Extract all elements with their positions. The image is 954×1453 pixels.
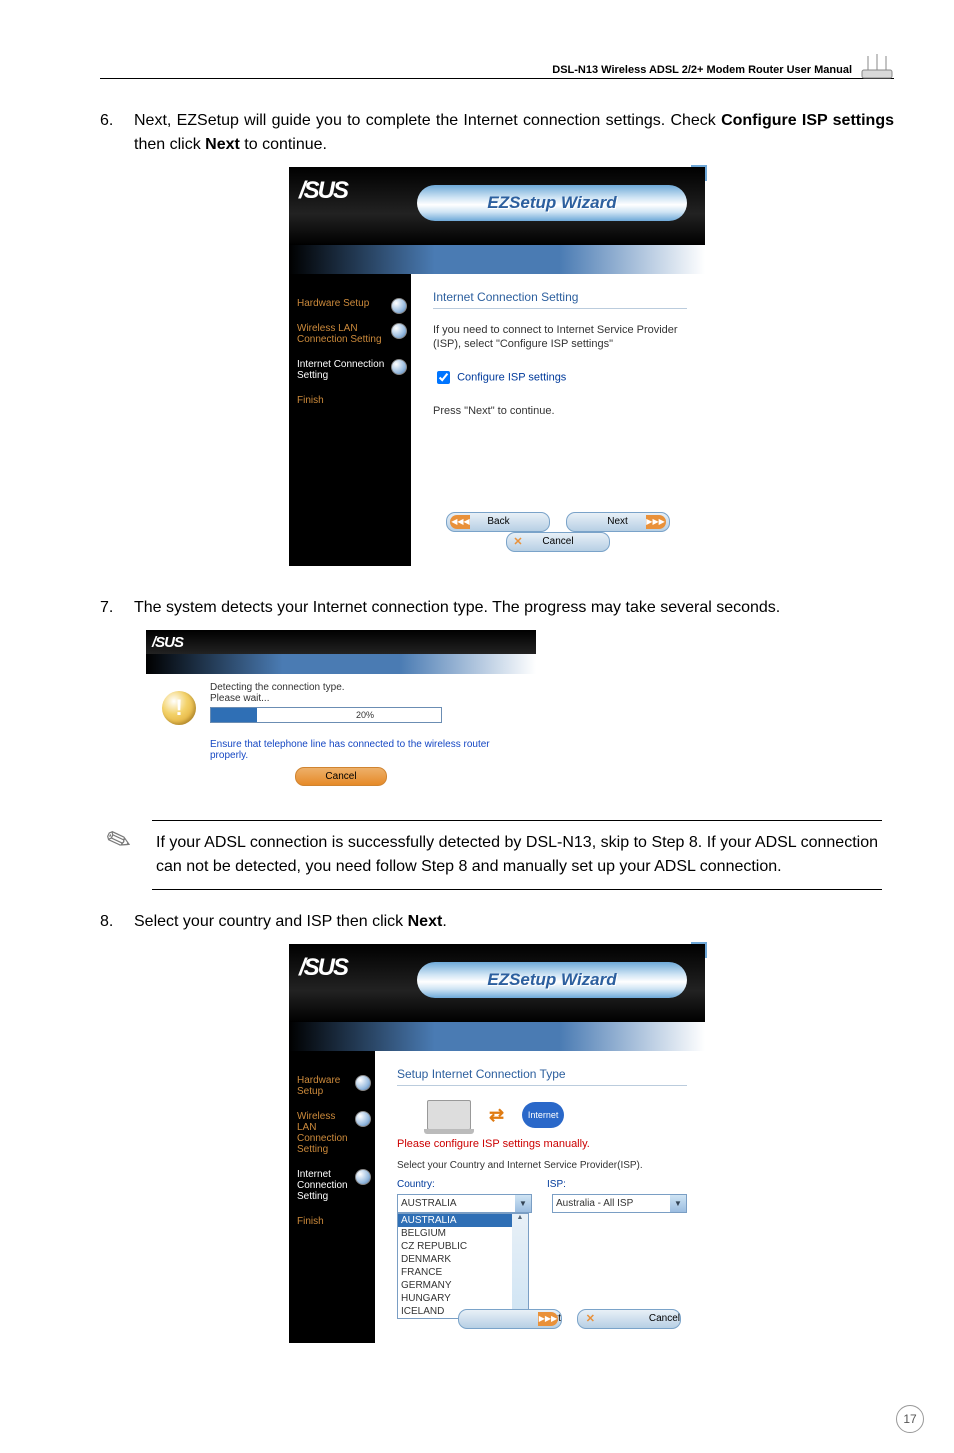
detect-advice: Ensure that telephone line has connected… bbox=[210, 739, 520, 761]
nav-wireless-lan: Wireless LAN Connection Setting bbox=[297, 1111, 375, 1155]
section-title: Internet Connection Setting bbox=[433, 290, 687, 309]
step6-bold-a: Configure ISP settings bbox=[721, 112, 894, 129]
step8-text-b: . bbox=[442, 913, 446, 930]
country-label: Country: bbox=[397, 1179, 547, 1190]
step6-text: Next, EZSetup will guide you to complete… bbox=[134, 109, 894, 157]
chevron-down-icon: ▼ bbox=[515, 1195, 531, 1212]
country-option[interactable]: DENMARK bbox=[398, 1253, 528, 1266]
step8-text: Select your country and ISP then click N… bbox=[134, 910, 894, 934]
press-next-text: Press "Next" to continue. bbox=[433, 405, 687, 417]
detecting-msg1: Detecting the connection type. bbox=[210, 682, 520, 693]
progress-percent: 20% bbox=[210, 710, 520, 720]
nav-hardware-setup: Hardware Setup bbox=[297, 298, 411, 309]
configure-isp-label: Configure ISP settings bbox=[457, 371, 566, 383]
isp-selected-value: Australia - All ISP bbox=[556, 1198, 633, 1209]
step8-text-a: Select your country and ISP then click bbox=[134, 913, 408, 930]
isp-select[interactable]: Australia - All ISP ▼ bbox=[552, 1194, 687, 1213]
isp-label: ISP: bbox=[547, 1179, 566, 1190]
country-select[interactable]: AUSTRALIA ▼ bbox=[397, 1194, 532, 1213]
detecting-dialog-screenshot: /SUS ! Detecting the connection type. Pl… bbox=[146, 630, 536, 796]
router-icon bbox=[860, 54, 894, 80]
section-title: Setup Internet Connection Type bbox=[397, 1067, 687, 1086]
country-option[interactable]: BELGIUM bbox=[398, 1227, 528, 1240]
configure-isp-checkbox-input[interactable] bbox=[437, 371, 450, 384]
nav-internet-connection: Internet Connection Setting bbox=[297, 359, 411, 381]
info-icon: ! bbox=[162, 691, 196, 725]
double-arrow-icon: ⇄ bbox=[489, 1105, 504, 1126]
scrollbar[interactable] bbox=[512, 1214, 528, 1318]
nav-wireless-lan: Wireless LAN Connection Setting bbox=[297, 323, 411, 345]
step6-bold-b: Next bbox=[205, 136, 240, 153]
country-selected-value: AUSTRALIA bbox=[401, 1198, 457, 1209]
nav-finish: Finish bbox=[297, 1216, 375, 1227]
ezsetup-wizard-step3-screenshot: ✕ /SUS EZSetup Wizard Hardware Setup Wir… bbox=[289, 167, 705, 566]
back-button[interactable]: ◀◀◀Back bbox=[446, 512, 550, 532]
country-dropdown-list[interactable]: AUSTRALIA BELGIUM CZ REPUBLIC DENMARK FR… bbox=[397, 1213, 529, 1319]
note-text: If your ADSL connection is successfully … bbox=[152, 820, 882, 890]
step6-number: 6. bbox=[100, 109, 134, 157]
laptop-icon bbox=[427, 1100, 471, 1130]
country-option[interactable]: HUNGARY bbox=[398, 1292, 528, 1305]
wizard-instruction: If you need to connect to Internet Servi… bbox=[433, 323, 687, 352]
select-country-instruction: Select your Country and Internet Service… bbox=[397, 1160, 687, 1171]
page-number: 17 bbox=[896, 1405, 924, 1433]
step7-number: 7. bbox=[100, 596, 134, 620]
step6-text-a: Next, EZSetup will guide you to complete… bbox=[134, 112, 721, 129]
nav-hardware-setup: Hardware Setup bbox=[297, 1075, 375, 1097]
ezsetup-wizard-country-screenshot: ✕ /SUS EZSetup Wizard Hardware Setup Wir… bbox=[289, 944, 705, 1343]
wizard-title: EZSetup Wizard bbox=[417, 962, 687, 998]
step6-text-c: to continue. bbox=[240, 136, 327, 153]
wizard-nav: Hardware Setup Wireless LAN Connection S… bbox=[289, 1051, 375, 1343]
step8-number: 8. bbox=[100, 910, 134, 934]
wizard-nav: Hardware Setup Wireless LAN Connection S… bbox=[289, 274, 411, 566]
country-option[interactable]: AUSTRALIA bbox=[398, 1214, 528, 1227]
cancel-button[interactable]: Cancel bbox=[295, 767, 387, 786]
manual-config-warning: Please configure ISP settings manually. bbox=[397, 1138, 687, 1150]
step7-text: The system detects your Internet connect… bbox=[134, 596, 894, 620]
country-option[interactable]: CZ REPUBLIC bbox=[398, 1240, 528, 1253]
configure-isp-checkbox[interactable]: Configure ISP settings bbox=[433, 368, 687, 387]
connection-graphic: ⇄ Internet bbox=[427, 1100, 687, 1130]
cancel-button[interactable]: ✕Cancel bbox=[577, 1309, 681, 1329]
asus-logo: /SUS bbox=[152, 634, 183, 651]
nav-internet-connection: Internet Connection Setting bbox=[297, 1169, 375, 1202]
chevron-down-icon: ▼ bbox=[670, 1195, 686, 1212]
nav-finish: Finish bbox=[297, 395, 411, 406]
detecting-msg2: Please wait... bbox=[210, 693, 520, 704]
manual-title: DSL-N13 Wireless ADSL 2/2+ Modem Router … bbox=[552, 64, 852, 76]
step6-text-b: then click bbox=[134, 136, 205, 153]
wizard-title: EZSetup Wizard bbox=[417, 185, 687, 221]
next-button[interactable]: Next▶▶▶ bbox=[458, 1309, 562, 1329]
cancel-button[interactable]: ✕Cancel bbox=[506, 532, 610, 552]
country-option[interactable]: GERMANY bbox=[398, 1279, 528, 1292]
asus-logo: /SUS bbox=[299, 173, 347, 205]
country-option[interactable]: FRANCE bbox=[398, 1266, 528, 1279]
next-button[interactable]: Next▶▶▶ bbox=[566, 512, 670, 532]
internet-globe-icon: Internet bbox=[522, 1102, 564, 1128]
asus-logo: /SUS bbox=[299, 950, 347, 982]
step8-bold-a: Next bbox=[408, 913, 443, 930]
